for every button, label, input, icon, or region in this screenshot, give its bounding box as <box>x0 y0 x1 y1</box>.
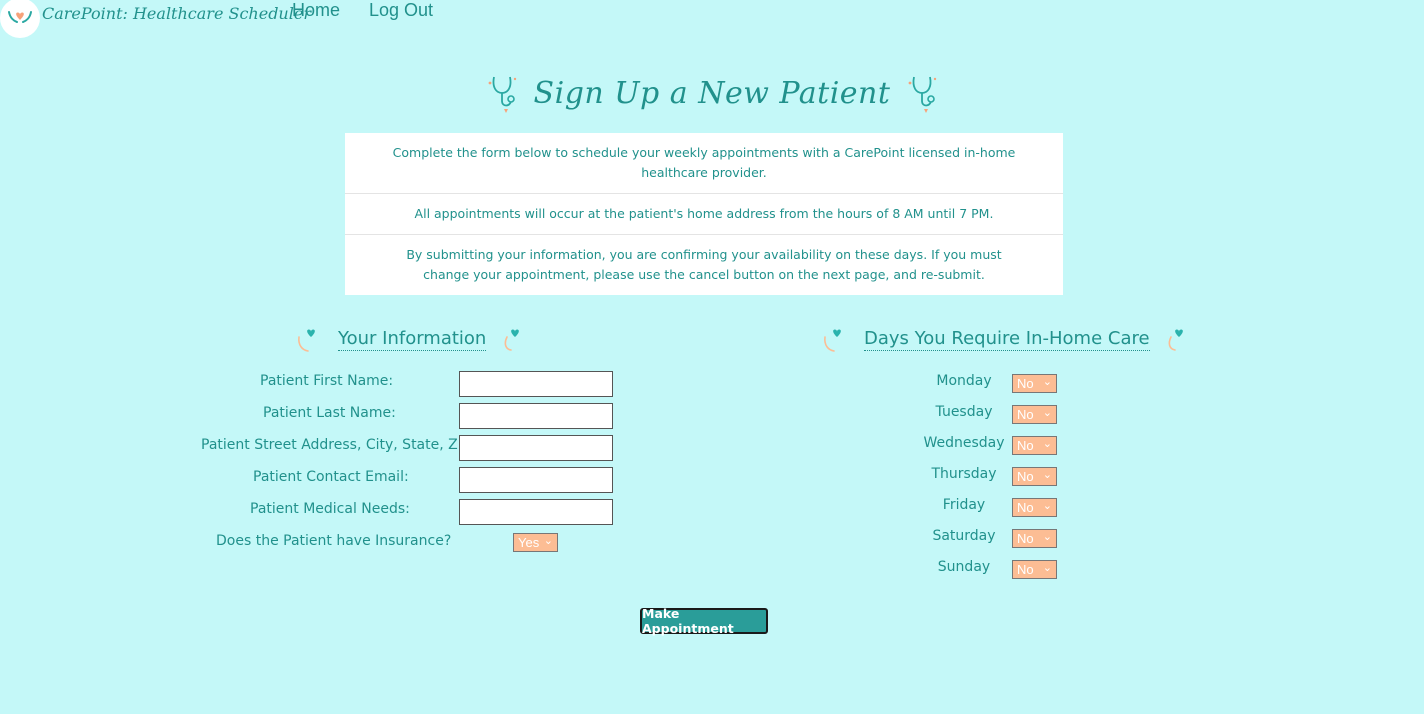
day-label-tuesday: Tuesday <box>935 404 993 420</box>
heart-icon <box>298 329 315 352</box>
medical-needs-input[interactable] <box>459 499 613 525</box>
day-label-sunday: Sunday <box>937 559 991 575</box>
chevron-down-icon: ⌄ <box>1042 531 1052 543</box>
heart-icon <box>824 329 841 352</box>
day-label-wednesday: Wednesday <box>923 435 1005 451</box>
day-select-tuesday[interactable]: No ⌄ <box>1012 405 1057 424</box>
heart-icon <box>504 329 520 351</box>
nav-home-link[interactable]: Home <box>292 0 340 21</box>
email-label: Patient Contact Email: <box>253 469 409 485</box>
info-line: All appointments will occur at the patie… <box>345 194 1063 235</box>
your-information-heading: Your Information <box>294 322 530 356</box>
brand-name[interactable]: CarePoint: Healthcare Scheduler <box>42 4 311 23</box>
page-title-row: Sign Up a New Patient <box>0 68 1424 118</box>
email-input[interactable] <box>459 467 613 493</box>
page-title: Sign Up a New Patient <box>533 75 891 111</box>
day-select-wednesday[interactable]: No ⌄ <box>1012 436 1057 455</box>
day-select-value: No <box>1017 376 1034 391</box>
day-label-monday: Monday <box>936 373 992 389</box>
insurance-label: Does the Patient have Insurance? <box>216 533 452 549</box>
day-select-monday[interactable]: No ⌄ <box>1012 374 1057 393</box>
address-input[interactable] <box>459 435 613 461</box>
info-box: Complete the form below to schedule your… <box>345 133 1063 295</box>
day-select-thursday[interactable]: No ⌄ <box>1012 467 1057 486</box>
day-select-sunday[interactable]: No ⌄ <box>1012 560 1057 579</box>
chevron-down-icon: ⌄ <box>1042 562 1052 574</box>
chevron-down-icon: ⌄ <box>1042 407 1052 419</box>
address-label: Patient Street Address, City, State, Zip… <box>201 437 476 453</box>
header: CarePoint: Healthcare Scheduler Home Log… <box>0 0 1424 40</box>
medical-needs-label: Patient Medical Needs: <box>250 501 410 517</box>
insurance-select-value: Yes <box>518 535 540 550</box>
insurance-select[interactable]: Yes ⌄ <box>513 533 558 552</box>
chevron-down-icon: ⌄ <box>1042 500 1052 512</box>
info-line: Complete the form below to schedule your… <box>345 133 1063 194</box>
first-name-input[interactable] <box>459 371 613 397</box>
chevron-down-icon: ⌄ <box>1042 469 1052 481</box>
chevron-down-icon: ⌄ <box>1042 438 1052 450</box>
day-label-saturday: Saturday <box>932 528 996 544</box>
day-label-thursday: Thursday <box>931 466 997 482</box>
chevron-down-icon: ⌄ <box>543 535 553 547</box>
day-select-value: No <box>1017 407 1034 422</box>
make-appointment-button[interactable]: Make Appointment <box>640 606 768 636</box>
days-heading: Days You Require In-Home Care <box>820 322 1194 356</box>
hearts-hands-icon <box>8 11 32 23</box>
day-select-value: No <box>1017 500 1034 515</box>
day-select-saturday[interactable]: No ⌄ <box>1012 529 1057 548</box>
day-label-friday: Friday <box>942 497 986 513</box>
section-title: Your Information <box>338 327 487 351</box>
logo[interactable] <box>0 0 40 38</box>
first-name-label: Patient First Name: <box>260 373 394 389</box>
last-name-label: Patient Last Name: <box>263 405 396 421</box>
day-select-value: No <box>1017 562 1034 577</box>
heart-icon <box>1168 329 1183 351</box>
chevron-down-icon: ⌄ <box>1042 376 1052 388</box>
nav-logout-link[interactable]: Log Out <box>369 0 433 21</box>
day-select-value: No <box>1017 469 1034 484</box>
day-select-value: No <box>1017 531 1034 546</box>
stethoscope-icon <box>909 76 937 113</box>
info-line: By submitting your information, you are … <box>406 247 1002 282</box>
stethoscope-icon <box>488 76 516 113</box>
day-select-friday[interactable]: No ⌄ <box>1012 498 1057 517</box>
last-name-input[interactable] <box>459 403 613 429</box>
day-select-value: No <box>1017 438 1034 453</box>
section-title: Days You Require In-Home Care <box>864 327 1150 351</box>
